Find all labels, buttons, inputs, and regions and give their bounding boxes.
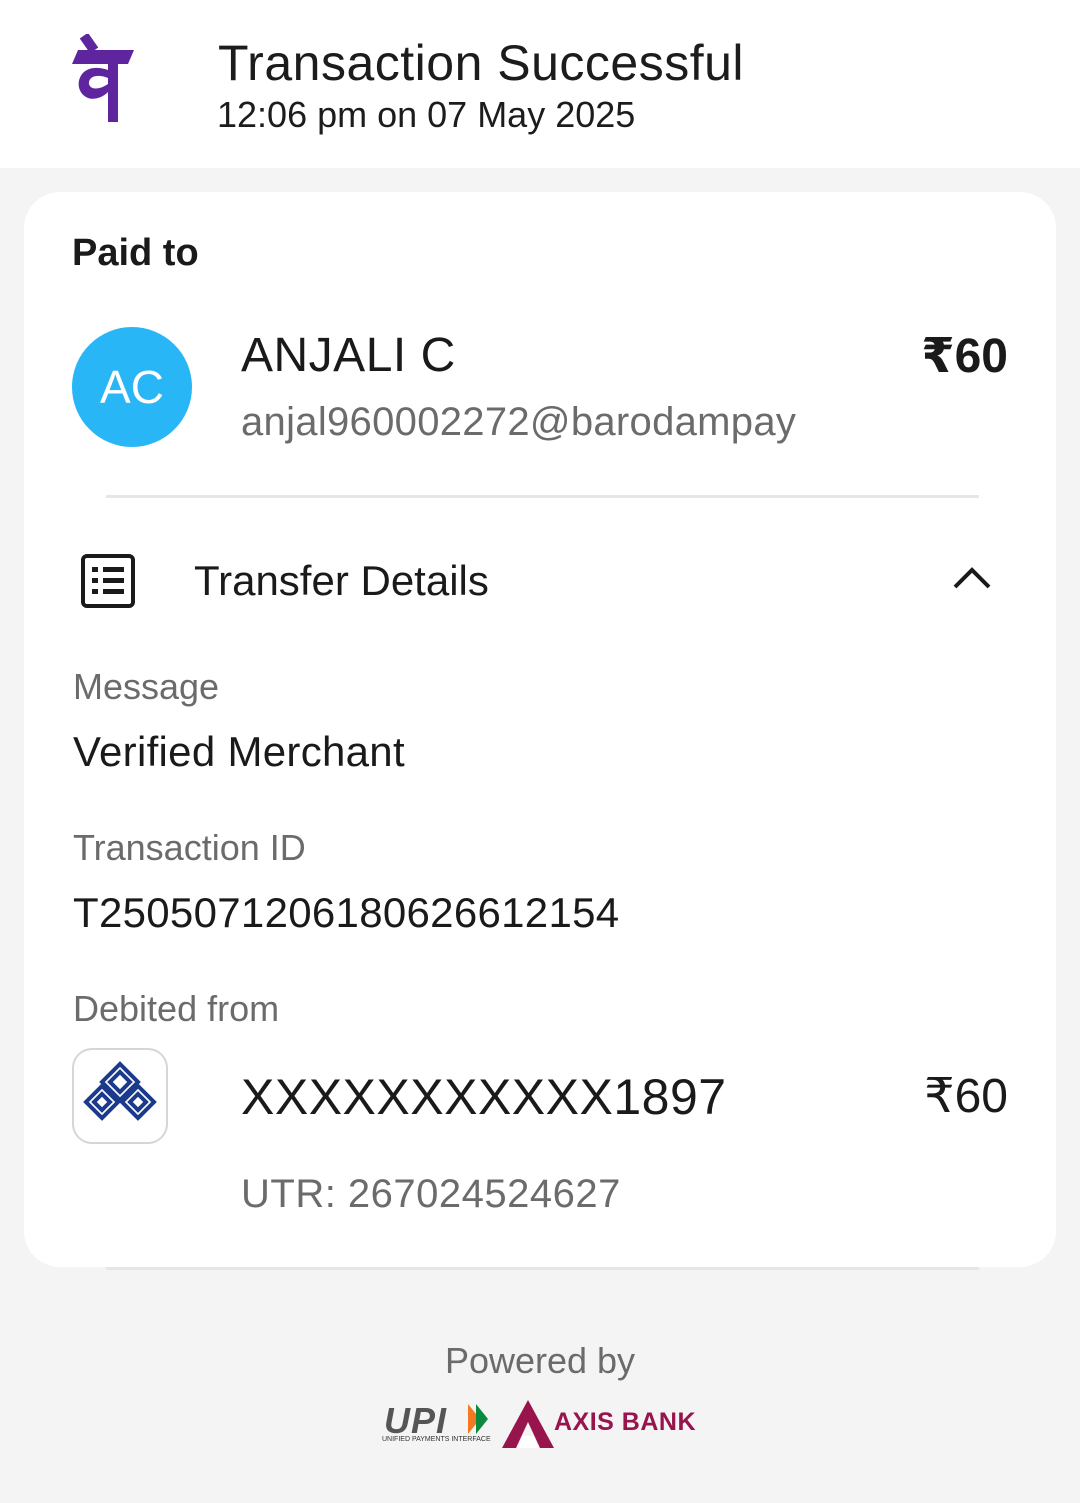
- powered-by-label: Powered by: [444, 1340, 636, 1381]
- message-label: Message: [73, 666, 220, 707]
- debited-from-label: Debited from: [73, 988, 280, 1029]
- transfer-details-toggle[interactable]: Transfer Details: [24, 537, 1056, 627]
- transfer-details-title: Transfer Details: [194, 557, 489, 604]
- axis-bank-text: AXIS BANK: [554, 1408, 697, 1436]
- transaction-card: Paid to AC ANJALI C ₹60 anjal960002272@b…: [24, 192, 1056, 1267]
- utr-number: UTR: 267024524627: [241, 1172, 621, 1216]
- phonepe-logo-icon: [72, 34, 134, 122]
- partner-logos: UPI UNIFIED PAYMENTS INTERFACE AXIS BANK: [380, 1398, 700, 1450]
- payee-amount: ₹60: [921, 330, 1008, 383]
- axis-bank-logo-icon: AXIS BANK: [502, 1398, 698, 1450]
- bank-of-india-logo-icon: [72, 1048, 168, 1144]
- account-number: XXXXXXXXXXX1897: [241, 1069, 727, 1125]
- transaction-id-value: T2505071206180626612154: [73, 889, 620, 936]
- page-title: Transaction Successful: [218, 35, 745, 91]
- debited-amount: ₹60: [924, 1070, 1008, 1123]
- upi-logo-subtext: UNIFIED PAYMENTS INTERFACE: [382, 1436, 491, 1443]
- header: Transaction Successful 12:06 pm on 07 Ma…: [0, 0, 1080, 168]
- receipt-list-icon: [81, 554, 135, 608]
- chevron-up-icon[interactable]: [952, 563, 992, 593]
- payee-name: ANJALI C: [241, 329, 456, 382]
- divider: [106, 495, 979, 498]
- transaction-id-label: Transaction ID: [73, 827, 306, 868]
- upi-logo-icon: UPI UNIFIED PAYMENTS INTERFACE: [380, 1398, 492, 1448]
- transaction-timestamp: 12:06 pm on 07 May 2025: [217, 94, 636, 135]
- divider: [106, 1267, 979, 1270]
- payee-upi-id: anjal960002272@barodampay: [241, 400, 797, 444]
- paid-to-label: Paid to: [72, 232, 199, 274]
- message-value: Verified Merchant: [73, 728, 405, 775]
- avatar: AC: [72, 327, 192, 447]
